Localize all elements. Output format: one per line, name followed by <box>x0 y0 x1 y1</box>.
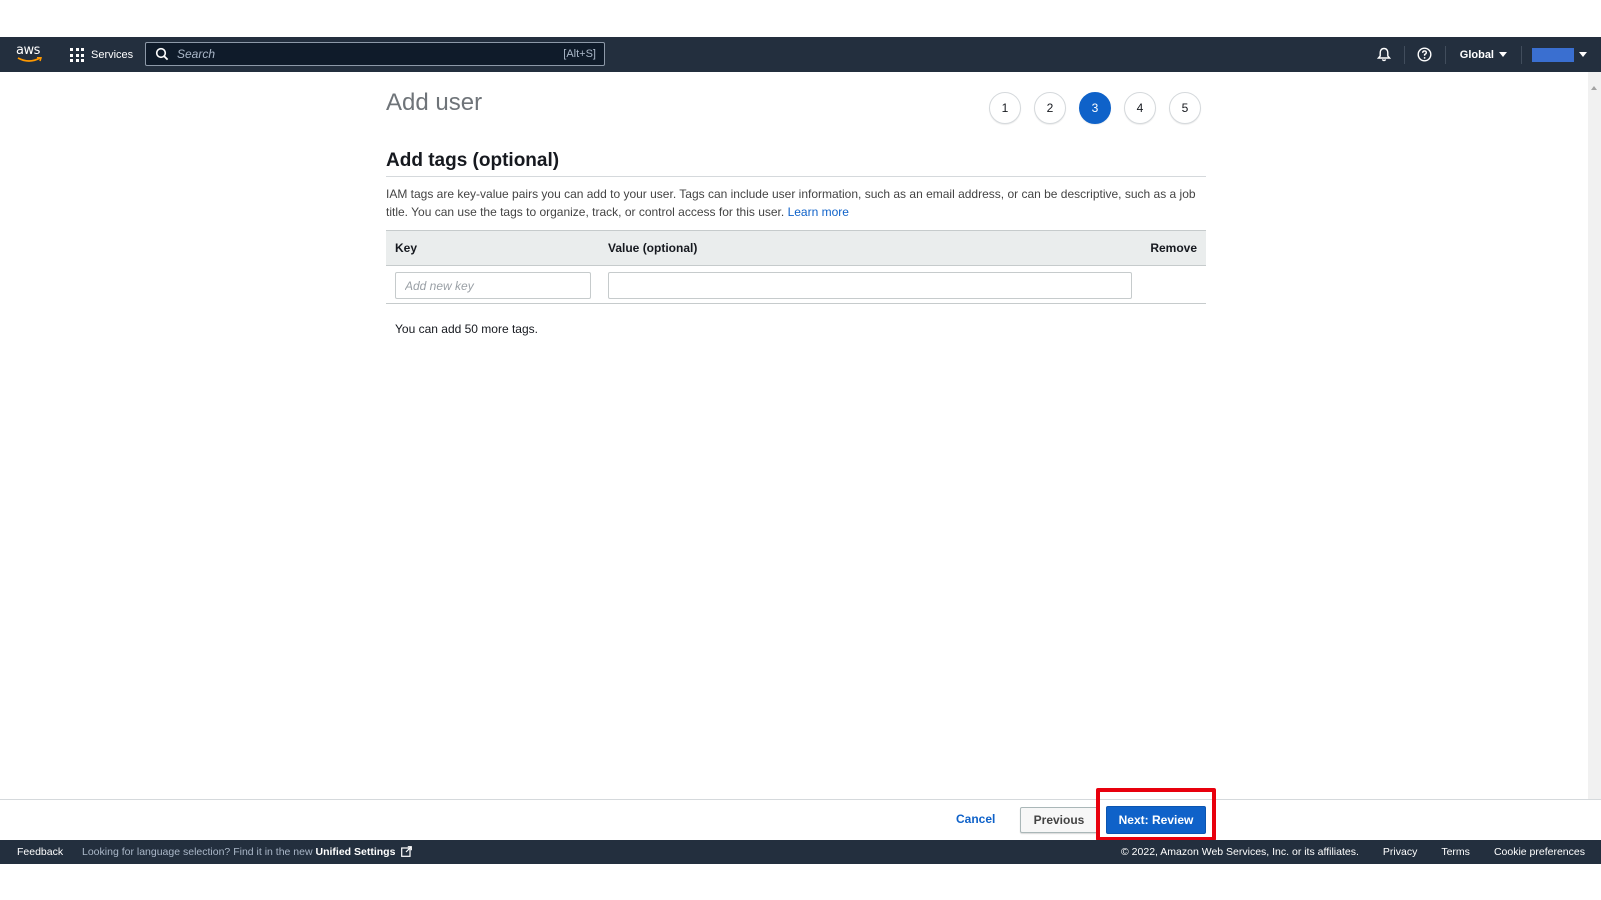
top-navigation-bar: aws Services [Alt+S] <box>0 37 1601 72</box>
previous-button[interactable]: Previous <box>1020 807 1098 833</box>
key-input[interactable] <box>395 272 591 299</box>
aws-logo[interactable]: aws <box>16 43 44 65</box>
step-4[interactable]: 4 <box>1124 92 1156 124</box>
copyright-text: © 2022, Amazon Web Services, Inc. or its… <box>1121 846 1359 858</box>
next-review-button[interactable]: Next: Review <box>1106 806 1206 834</box>
language-note-text: Looking for language selection? Find it … <box>82 846 313 858</box>
section-title: Add tags (optional) <box>386 150 560 171</box>
tags-remaining-text: You can add 50 more tags. <box>395 322 538 336</box>
services-grid-icon <box>70 48 84 62</box>
feedback-link[interactable]: Feedback <box>17 846 63 858</box>
step-2[interactable]: 2 <box>1034 92 1066 124</box>
tags-table: Key Value (optional) Remove <box>386 230 1206 304</box>
page-title: Add user <box>386 89 483 116</box>
search-box[interactable]: [Alt+S] <box>145 42 605 66</box>
terms-link[interactable]: Terms <box>1441 846 1470 858</box>
column-header-key: Key <box>395 241 418 255</box>
table-row <box>386 266 1206 304</box>
footer-right-links: © 2022, Amazon Web Services, Inc. or its… <box>1097 846 1585 858</box>
search-icon <box>155 47 169 61</box>
tags-description: IAM tags are key-value pairs you can add… <box>386 185 1206 221</box>
page-scrollbar[interactable] <box>1588 72 1601 799</box>
learn-more-link[interactable]: Learn more <box>788 205 849 219</box>
search-input[interactable] <box>177 47 564 61</box>
wizard-actions-bar: Cancel Previous Next: Review <box>0 799 1601 838</box>
scroll-up-arrow-icon[interactable] <box>1591 86 1597 90</box>
services-menu-button[interactable]: Services <box>70 45 133 65</box>
value-input[interactable] <box>608 272 1132 299</box>
caret-down-icon <box>1579 52 1587 57</box>
services-label: Services <box>91 49 134 61</box>
aws-smile-icon <box>17 57 42 62</box>
caret-down-icon <box>1499 52 1507 57</box>
help-button[interactable] <box>1405 37 1445 72</box>
column-header-remove: Remove <box>1150 241 1197 255</box>
aws-logo-text: aws <box>16 43 40 58</box>
notifications-button[interactable] <box>1364 37 1404 72</box>
cookie-preferences-link[interactable]: Cookie preferences <box>1494 846 1585 858</box>
account-name-redacted <box>1532 47 1574 62</box>
bottom-blank-area <box>0 864 1601 900</box>
wizard-steps: 1 2 3 4 5 <box>989 92 1214 124</box>
region-label: Global <box>1459 48 1494 61</box>
footer-bar: Feedback Looking for language selection?… <box>0 840 1601 864</box>
column-header-value: Value (optional) <box>608 241 698 255</box>
search-shortcut-hint: [Alt+S] <box>563 48 596 60</box>
help-icon <box>1417 47 1432 62</box>
external-link-icon <box>401 846 413 857</box>
section-divider <box>386 176 1206 177</box>
top-blank-area <box>0 0 1601 37</box>
language-note: Looking for language selection? Find it … <box>82 846 413 858</box>
step-1[interactable]: 1 <box>989 92 1021 124</box>
step-3-active[interactable]: 3 <box>1079 92 1111 124</box>
region-selector[interactable]: Global <box>1446 49 1521 61</box>
account-menu[interactable] <box>1522 47 1601 62</box>
step-5[interactable]: 5 <box>1169 92 1201 124</box>
bell-icon <box>1376 47 1391 62</box>
cancel-button[interactable]: Cancel <box>950 809 1001 829</box>
privacy-link[interactable]: Privacy <box>1383 846 1417 858</box>
table-header: Key Value (optional) Remove <box>386 230 1206 266</box>
unified-settings-link[interactable]: Unified Settings <box>316 846 396 858</box>
nav-right-group: Global <box>1364 37 1601 72</box>
